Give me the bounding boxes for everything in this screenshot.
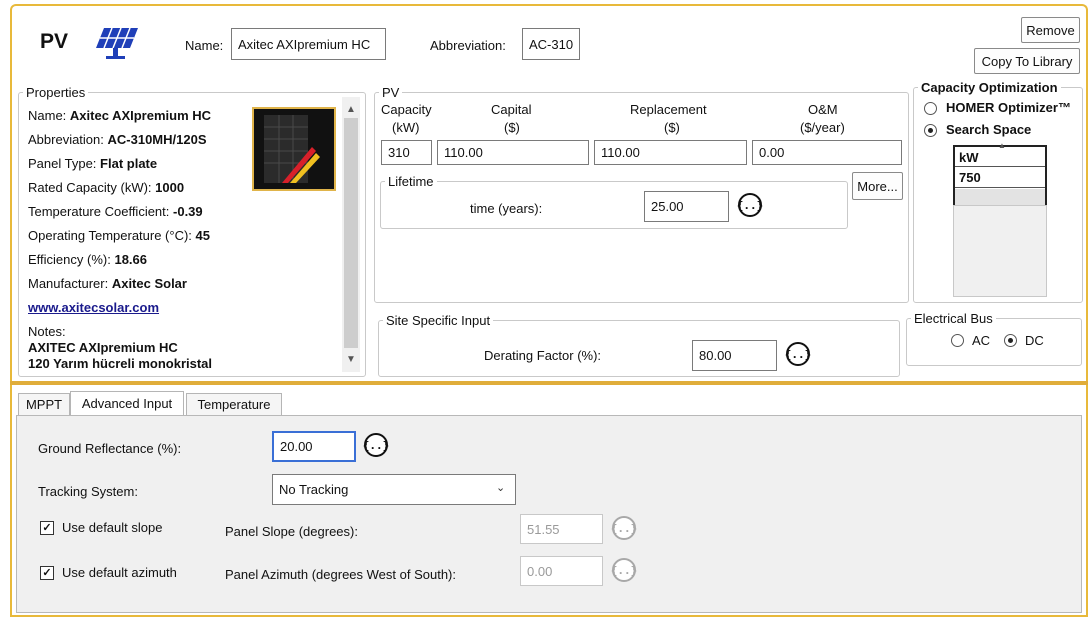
notes-line: AXITEC AXIpremium HC	[28, 340, 178, 355]
panel-thumbnail	[252, 107, 336, 191]
more-button[interactable]: More...	[852, 172, 903, 200]
chevron-down-icon[interactable]: ⌄	[496, 481, 505, 494]
use-default-azimuth-label: Use default azimuth	[62, 565, 177, 580]
panel-slope-label: Panel Slope (degrees):	[225, 524, 358, 539]
om-input[interactable]: 0.00	[752, 140, 902, 165]
capacity-input[interactable]: 310	[381, 140, 432, 165]
property-row: Efficiency (%): 18.66	[28, 252, 148, 267]
replacement-label: Replacement	[630, 102, 707, 117]
capacity-optimization-legend: Capacity Optimization	[921, 80, 1058, 95]
homer-optimizer-label: HOMER Optimizer™	[946, 100, 1071, 115]
tracking-system-select[interactable]: No Tracking	[272, 474, 516, 505]
panel-slope-input[interactable]: 51.55	[520, 514, 603, 544]
om-unit: ($/year)	[800, 120, 845, 135]
copy-to-library-button[interactable]: Copy To Library	[974, 48, 1080, 74]
property-row: Manufacturer: Axitec Solar	[28, 276, 187, 291]
search-space-radio[interactable]	[924, 124, 937, 137]
replacement-unit: ($)	[664, 120, 680, 135]
scroll-thumb[interactable]	[344, 118, 358, 348]
bus-dc-label: DC	[1025, 333, 1044, 348]
lifetime-input[interactable]: 25.00	[644, 191, 729, 222]
manufacturer-link[interactable]: www.axitecsolar.com	[28, 296, 340, 320]
use-default-slope-checkbox[interactable]: ✓	[40, 521, 54, 535]
sensitivity-formula-icon[interactable]: {..}	[363, 433, 389, 457]
tab-advanced-input[interactable]: Advanced Input	[70, 391, 184, 415]
property-row: Operating Temperature (°C): 45	[28, 228, 211, 243]
name-input[interactable]: Axitec AXIpremium HC	[231, 28, 386, 60]
grid-empty-area	[953, 205, 1047, 297]
search-space-label: Search Space	[946, 122, 1032, 137]
scroll-down-icon[interactable]: ▼	[342, 350, 360, 368]
ground-reflectance-label: Ground Reflectance (%):	[38, 441, 182, 456]
time-label: time (years):	[470, 201, 543, 216]
site-specific-group: Site Specific Input	[378, 313, 900, 377]
notes-label: Notes:	[28, 324, 66, 339]
replacement-input[interactable]: 110.00	[594, 140, 747, 165]
use-default-slope-label: Use default slope	[62, 520, 163, 535]
ground-reflectance-input[interactable]: 20.00	[272, 431, 356, 462]
tab-mppt[interactable]: MPPT	[18, 393, 70, 415]
bus-dc-radio[interactable]	[1004, 334, 1017, 347]
tracking-system-value: No Tracking	[279, 482, 349, 497]
capital-label: Capital	[491, 102, 532, 117]
sensitivity-formula-icon[interactable]: {..}	[737, 193, 763, 217]
solar-panel-icon	[96, 27, 138, 59]
name-label: Name:	[185, 38, 224, 53]
capacity-label: Capacity	[381, 102, 432, 117]
derating-input[interactable]: 80.00	[692, 340, 777, 371]
site-specific-legend: Site Specific Input	[386, 313, 491, 328]
grid-header-kw[interactable]: kW	[955, 147, 1045, 167]
lifetime-legend: Lifetime	[388, 174, 434, 189]
abbreviation-label: Abbreviation:	[430, 38, 506, 53]
pv-legend: PV	[382, 85, 400, 100]
derating-label: Derating Factor (%):	[484, 348, 602, 363]
sensitivity-formula-icon[interactable]: {..}	[785, 342, 811, 366]
sort-arrow-icon: ▲	[998, 141, 1006, 150]
use-default-azimuth-checkbox[interactable]: ✓	[40, 566, 54, 580]
panel-azimuth-input[interactable]: 0.00	[520, 556, 603, 586]
homer-optimizer-radio[interactable]	[924, 102, 937, 115]
tracking-system-label: Tracking System:	[38, 484, 138, 499]
electrical-bus-group: Electrical Bus	[906, 311, 1082, 366]
abbreviation-input[interactable]: AC-310	[522, 28, 580, 60]
panel-azimuth-label: Panel Azimuth (degrees West of South):	[225, 567, 456, 582]
bus-ac-radio[interactable]	[951, 334, 964, 347]
grid-cell-value[interactable]: 750	[955, 168, 1045, 188]
capital-input[interactable]: 110.00	[437, 140, 589, 165]
property-row: Temperature Coefficient: -0.39	[28, 204, 203, 219]
sensitivity-formula-icon[interactable]: {..}	[611, 558, 637, 582]
lifetime-group: Lifetime	[380, 174, 848, 229]
om-label: O&M	[808, 102, 838, 117]
capital-unit: ($)	[504, 120, 520, 135]
bus-ac-label: AC	[972, 333, 991, 348]
remove-button[interactable]: Remove	[1021, 17, 1080, 43]
capacity-unit: (kW)	[392, 120, 420, 135]
notes-line: 120 Yarım hücreli monokristal	[28, 356, 213, 371]
sensitivity-formula-icon[interactable]: {..}	[611, 516, 637, 540]
properties-legend: Properties	[26, 85, 86, 100]
component-title: PV	[40, 30, 69, 53]
electrical-bus-legend: Electrical Bus	[914, 311, 993, 326]
scroll-up-icon[interactable]: ▲	[342, 100, 360, 118]
tab-temperature[interactable]: Temperature	[186, 393, 282, 415]
grid-new-row[interactable]	[955, 189, 1045, 205]
